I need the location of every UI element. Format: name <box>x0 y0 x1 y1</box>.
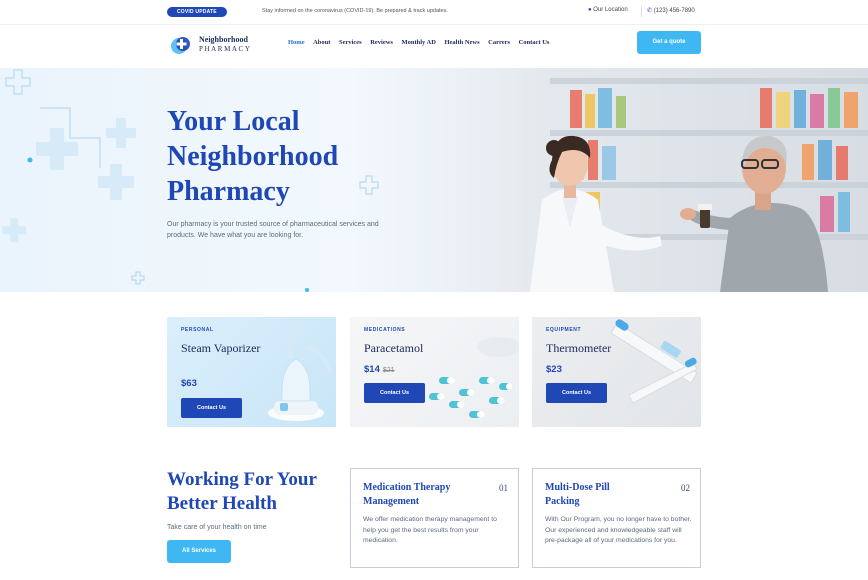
product-category: MEDICATIONS <box>364 327 406 333</box>
product-name: Steam Vaporizer <box>181 341 261 355</box>
price-current: $14 <box>364 364 380 375</box>
product-name: Thermometer <box>546 341 612 355</box>
covid-notice: Stay informed on the coronavirus (COVID-… <box>262 8 448 14</box>
service-title: Multi-Dose Pill Packing <box>545 482 610 507</box>
location-link[interactable]: ● Our Location <box>588 7 628 13</box>
product-card-thermometer[interactable]: EQUIPMENT Thermometer $23 Contact Us <box>532 317 701 427</box>
service-number: 02 <box>681 483 690 493</box>
phone-number: (123) 456-7890 <box>653 8 695 14</box>
divider <box>641 6 642 17</box>
hero-title-line: Neighborhood <box>167 141 339 172</box>
contact-us-button[interactable]: Contact Us <box>364 383 425 403</box>
health-title-line: Better Health <box>167 493 277 514</box>
location-label: Our Location <box>593 7 628 13</box>
contact-us-button[interactable]: Contact Us <box>546 383 607 403</box>
pharmacy-logo-icon[interactable] <box>169 33 193 57</box>
main-nav: Home About Services Reviews Monthly AD H… <box>288 39 558 46</box>
service-description: We offer medication therapy management t… <box>363 516 497 544</box>
product-price: $14 $21 <box>364 364 395 375</box>
pharmacist-with-customer-photo <box>430 68 868 292</box>
product-name: Paracetamol <box>364 341 424 355</box>
site-header: Neighborhood PHARMACY Home About Service… <box>0 25 868 68</box>
price-current: $63 <box>181 378 197 389</box>
nav-about[interactable]: About <box>313 39 330 46</box>
get-quote-button[interactable]: Get a quote <box>637 31 701 54</box>
service-card-medication-therapy[interactable]: Medication Therapy Management 01 We offe… <box>350 468 519 568</box>
hero-section: Your Local Neighborhood Pharmacy Our pha… <box>0 68 868 292</box>
service-description: With Our Program, you no longer have to … <box>545 516 692 544</box>
hero-description: Our pharmacy is your trusted source of p… <box>167 221 379 239</box>
product-price: $63 <box>181 378 197 389</box>
nav-contact-us[interactable]: Contact Us <box>519 39 550 46</box>
nav-reviews[interactable]: Reviews <box>370 39 393 46</box>
paracetamol-pills-image <box>429 337 519 418</box>
price-current: $23 <box>546 364 562 375</box>
product-price: $23 <box>546 364 562 375</box>
covid-update-badge[interactable]: COVID UPDATE <box>167 7 227 17</box>
service-card-multi-dose-packing[interactable]: Multi-Dose Pill Packing 02 With Our Prog… <box>532 468 701 568</box>
service-title: Medication Therapy Management <box>363 482 451 507</box>
nav-home[interactable]: Home <box>288 39 305 46</box>
nav-carrers[interactable]: Carrers <box>488 39 510 46</box>
service-number: 01 <box>499 483 508 493</box>
phone-link[interactable]: ✆ (123) 456-7890 <box>647 7 695 14</box>
health-section-title: Working For Your Better Health <box>167 468 317 516</box>
hero-title: Your Local Neighborhood Pharmacy <box>167 104 407 209</box>
product-category: EQUIPMENT <box>546 327 582 333</box>
nav-services[interactable]: Services <box>339 39 362 46</box>
phone-icon: ✆ <box>647 8 653 14</box>
price-old: $21 <box>382 367 395 374</box>
product-category: PERSONAL <box>181 327 214 333</box>
nav-monthly-ad[interactable]: Monthly AD <box>401 39 436 46</box>
logo-name[interactable]: Neighborhood <box>199 35 248 44</box>
contact-us-button[interactable]: Contact Us <box>181 398 242 418</box>
hero-title-line: Your Local <box>167 106 300 137</box>
thermometer-image <box>610 319 698 404</box>
steam-vaporizer-image <box>268 324 332 421</box>
product-card-paracetamol[interactable]: MEDICATIONS Paracetamol $14 $21 Contact U… <box>350 317 519 427</box>
all-services-button[interactable]: All Services <box>167 540 231 563</box>
health-section-subtitle: Take care of your health on time <box>167 524 267 531</box>
health-title-line: Working For Your <box>167 469 317 490</box>
map-pin-icon: ● <box>588 7 592 13</box>
logo-subtitle: PHARMACY <box>199 45 252 53</box>
hero-title-line: Pharmacy <box>167 176 290 207</box>
nav-health-news[interactable]: Health News <box>444 39 479 46</box>
top-bar: COVID UPDATE Stay informed on the corona… <box>0 0 868 25</box>
product-card-steam-vaporizer[interactable]: PERSONAL Steam Vaporizer $63 Contact Us <box>167 317 336 427</box>
